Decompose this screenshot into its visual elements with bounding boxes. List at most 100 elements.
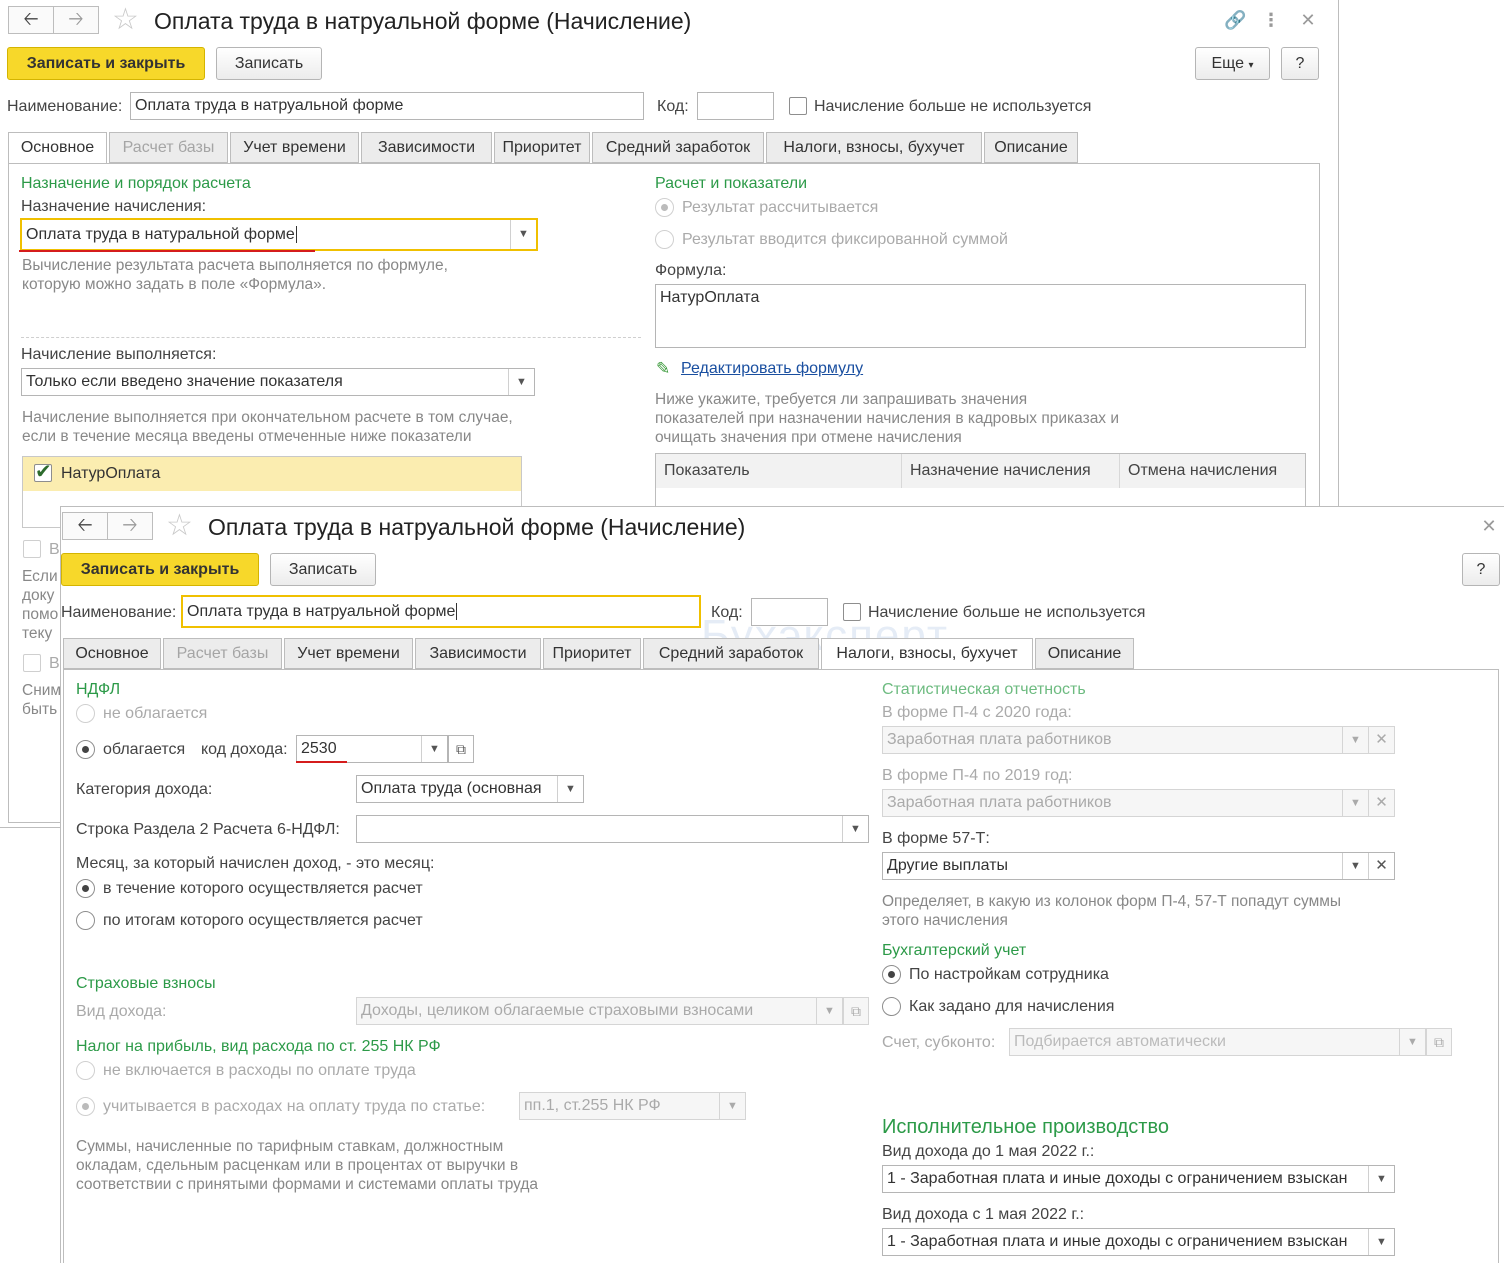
front-tab-main[interactable]: Основное <box>63 638 161 669</box>
back-tab-dependencies[interactable]: Зависимости <box>361 132 492 163</box>
front-code-input[interactable] <box>751 598 828 626</box>
back-tab-base[interactable]: Расчет базы <box>109 132 228 163</box>
front-tab-time[interactable]: Учет времени <box>284 638 413 669</box>
back-code-input[interactable] <box>697 92 774 120</box>
exec-dropdown-arrow-icon[interactable]: ▼ <box>508 369 534 395</box>
table-header-cancel[interactable]: Отмена начисления <box>1120 454 1305 488</box>
table-header-indicator[interactable]: Показатель <box>656 454 902 488</box>
more-button[interactable]: Еще ▾ <box>1195 47 1270 80</box>
purpose-select-value: Оплата труда в натуральной форме <box>26 226 295 243</box>
hidden-note-3: помо <box>22 606 59 623</box>
front-tab-dependencies[interactable]: Зависимости <box>415 638 541 669</box>
month-during-radio[interactable] <box>76 879 95 898</box>
insurance-income-type-select[interactable]: Доходы, целиком облагаемые страховыми вз… <box>356 997 843 1025</box>
front-close-icon[interactable]: ✕ <box>1479 516 1499 536</box>
p4-2019-clear-icon[interactable]: ✕ <box>1368 790 1394 816</box>
back-save-button[interactable]: Записать <box>216 47 322 80</box>
front-tabs: Основное Расчет базы Учет времени Зависи… <box>63 638 1499 670</box>
back-tab-time[interactable]: Учет времени <box>230 132 359 163</box>
p4-2020-dropdown-arrow-icon[interactable]: ▼ <box>1342 727 1368 753</box>
account-dropdown-arrow-icon[interactable]: ▼ <box>1399 1029 1425 1055</box>
line6-select[interactable]: ▼ <box>356 815 869 843</box>
insurance-section-title: Страховые взносы <box>76 975 216 992</box>
back-tab-average[interactable]: Средний заработок <box>592 132 764 163</box>
purpose-dropdown-arrow-icon[interactable]: ▼ <box>510 220 536 249</box>
back-save-close-button[interactable]: Записать и закрыть <box>7 47 205 80</box>
back-separator <box>21 337 641 338</box>
month-after-radio[interactable] <box>76 911 95 930</box>
back-arrow-left-icon[interactable]: 🡠 <box>8 6 54 34</box>
back-tab-taxes[interactable]: Налоги, взносы, бухучет <box>766 132 982 163</box>
indicator-row[interactable]: ✔ НатурОплата <box>23 457 521 491</box>
enforcement-after-select[interactable]: 1 - Заработная плата и иные доходы с огр… <box>882 1228 1395 1256</box>
exec-select[interactable]: Только если введено значение показателя … <box>21 368 535 396</box>
front-tab-base[interactable]: Расчет базы <box>163 638 282 669</box>
p4-2019-dropdown-arrow-icon[interactable]: ▼ <box>1342 790 1368 816</box>
f57-select[interactable]: Другие выплаты ✕ ▼ <box>882 852 1395 880</box>
front-help-button[interactable]: ? <box>1462 553 1500 586</box>
income-category-select[interactable]: Оплата труда (основная ▼ <box>356 775 584 803</box>
hidden-checkbox-2[interactable] <box>23 654 41 672</box>
insurance-dropdown-arrow-icon[interactable]: ▼ <box>816 998 842 1024</box>
enforcement-after-dropdown-arrow-icon[interactable]: ▼ <box>1368 1229 1394 1255</box>
front-tab-priority[interactable]: Приоритет <box>543 638 641 669</box>
back-unused-checkbox[interactable] <box>789 97 807 115</box>
back-close-icon[interactable]: ✕ <box>1298 10 1318 30</box>
p4-2019-select[interactable]: Заработная плата работников ✕ ▼ <box>882 789 1395 817</box>
p4-2020-clear-icon[interactable]: ✕ <box>1368 727 1394 753</box>
ndfl-not-taxed-radio[interactable] <box>76 704 95 723</box>
front-tab-description[interactable]: Описание <box>1035 638 1134 669</box>
back-name-input[interactable]: Оплата труда в натруальной форме <box>130 92 644 120</box>
f57-dropdown-arrow-icon[interactable]: ▼ <box>1342 853 1368 879</box>
front-save-close-button[interactable]: Записать и закрыть <box>61 553 259 586</box>
front-arrow-right-icon[interactable]: 🡢 <box>107 512 153 540</box>
enforcement-before-dropdown-arrow-icon[interactable]: ▼ <box>1368 1166 1394 1192</box>
front-star-icon[interactable]: ☆ <box>166 511 193 541</box>
accounting-by-employee-radio[interactable] <box>882 965 901 984</box>
income-code-open-icon[interactable]: ⧉ <box>448 735 474 763</box>
p4-2020-select[interactable]: Заработная плата работников ✕ ▼ <box>882 726 1395 754</box>
profit-not-included-radio[interactable] <box>76 1061 95 1080</box>
account-select[interactable]: Подбирается автоматически ▼ <box>1009 1028 1426 1056</box>
hidden-note-4: теку <box>22 625 53 642</box>
back-arrow-right-icon[interactable]: 🡢 <box>53 6 99 34</box>
ndfl-taxed-radio[interactable] <box>76 740 95 759</box>
hidden-checkbox-1[interactable] <box>23 540 41 558</box>
stats-note-1: Определяет, в какую из колонок форм П-4,… <box>882 893 1342 910</box>
formula-textarea[interactable]: НатурОплата <box>655 284 1306 348</box>
back-tab-description[interactable]: Описание <box>984 132 1078 163</box>
back-help-button[interactable]: ? <box>1281 47 1319 80</box>
front-save-button[interactable]: Записать <box>270 553 376 586</box>
edit-formula-link[interactable]: Редактировать формулу <box>681 359 863 379</box>
indicator-checkbox[interactable]: ✔ <box>34 462 52 482</box>
profit-article-dropdown-arrow-icon[interactable]: ▼ <box>719 1093 745 1119</box>
enforcement-section-title: Исполнительное производство <box>882 1116 1169 1138</box>
more-vert-icon[interactable]: ⋮ <box>1261 10 1281 30</box>
result-calc-radio[interactable] <box>655 198 674 217</box>
table-header-assign[interactable]: Назначение начисления <box>902 454 1120 488</box>
profit-included-radio[interactable] <box>76 1097 95 1116</box>
income-category-dropdown-arrow-icon[interactable]: ▼ <box>557 776 583 802</box>
back-star-icon[interactable]: ☆ <box>112 5 139 35</box>
line6-dropdown-arrow-icon[interactable]: ▼ <box>842 816 868 842</box>
income-code-select[interactable]: 2530 ▼ <box>296 735 448 763</box>
back-tab-priority[interactable]: Приоритет <box>494 132 590 163</box>
front-tab-taxes[interactable]: Налоги, взносы, бухучет <box>821 638 1033 670</box>
p4-2020-value: Заработная плата работников <box>887 731 1112 748</box>
back-tab-main[interactable]: Основное <box>8 132 107 164</box>
accounting-as-set-label: Как задано для начисления <box>909 998 1115 1015</box>
purpose-select[interactable]: Оплата труда в натуральной форме ▼ <box>20 218 538 251</box>
result-fixed-radio[interactable] <box>655 230 674 249</box>
front-name-input[interactable]: Оплата труда в натруальной форме <box>181 595 701 628</box>
f57-clear-icon[interactable]: ✕ <box>1368 853 1394 879</box>
accounting-as-set-radio[interactable] <box>882 997 901 1016</box>
front-tab-average[interactable]: Средний заработок <box>643 638 819 669</box>
insurance-open-icon[interactable]: ⧉ <box>843 997 869 1025</box>
profit-article-select[interactable]: пп.1, ст.255 НК РФ ▼ <box>519 1092 746 1120</box>
front-unused-checkbox[interactable] <box>843 603 861 621</box>
link-icon[interactable]: 🔗 <box>1224 10 1246 30</box>
account-open-icon[interactable]: ⧉ <box>1426 1028 1452 1056</box>
front-arrow-left-icon[interactable]: 🡠 <box>62 512 108 540</box>
enforcement-before-select[interactable]: 1 - Заработная плата и иные доходы с огр… <box>882 1165 1395 1193</box>
income-code-dropdown-arrow-icon[interactable]: ▼ <box>421 736 447 762</box>
